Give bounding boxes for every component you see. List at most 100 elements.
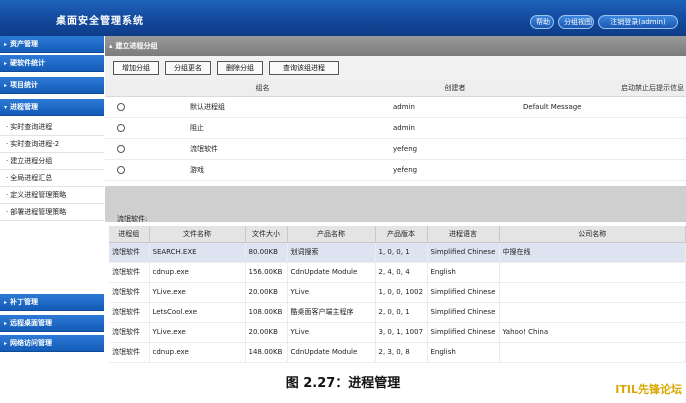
chevron-down-icon: ▾ [4, 104, 8, 111]
add-group-button[interactable]: 增加分组 [113, 61, 159, 75]
file-size-cell: 20.00KB [245, 282, 288, 303]
group-name-cell: 流氓软件 [135, 138, 390, 160]
table-row[interactable]: 流氓软件 cdnup.exe 156.00KB CdnUpdate Module… [109, 262, 686, 283]
section-header: ▴ 建立进程分组 [105, 36, 686, 56]
file-size-cell: 108.00KB [245, 302, 288, 323]
app-header: 桌面安全管理系统 帮助 分组视图 注销登录(admin) [0, 0, 686, 36]
table-row[interactable]: 流氓软件 SEARCH.EXE 80.00KB 划词搜索 1, 0, 0, 1 … [109, 242, 686, 263]
message-cell [520, 138, 686, 160]
group-name-cell: 游戏 [135, 159, 390, 181]
sidebar-item-realtime-query-2[interactable]: · 实时查询进程-2 [0, 136, 104, 153]
group-cell: 流氓软件 [109, 262, 150, 283]
group-cell: 流氓软件 [109, 302, 150, 323]
product-version-cell: 3, 0, 1, 1007 [375, 322, 428, 343]
creator-cell: yefeng [390, 159, 520, 181]
company-cell [499, 302, 686, 323]
chevron-right-icon: ▸ [4, 60, 8, 67]
row-radio[interactable] [117, 123, 125, 132]
sidebar-section-assets[interactable]: ▸ 资产管理 [0, 36, 104, 53]
collapse-icon[interactable]: ▴ [109, 42, 113, 50]
company-cell [499, 342, 686, 363]
creator-cell: admin [390, 117, 520, 139]
product-version-cell: 2, 3, 0, 8 [375, 342, 428, 363]
message-cell: Default Message [520, 96, 686, 118]
group-table: 组名 创建者 启动禁止后提示信息 默认进程组 admin Default Mes… [105, 80, 686, 181]
query-group-process-button[interactable]: 查询该组进程 [269, 61, 339, 75]
file-name-cell: cdnup.exe [149, 262, 246, 283]
file-name-cell: SEARCH.EXE [149, 242, 246, 263]
sidebar-item-realtime-query[interactable]: · 实时查询进程 [0, 119, 104, 136]
group-cell: 流氓软件 [109, 282, 150, 303]
sidebar-section-process[interactable]: ▾ 进程管理 [0, 99, 104, 116]
delete-group-button[interactable]: 删除分组 [217, 61, 263, 75]
table-row[interactable]: 流氓软件 LetsCool.exe 108.00KB 酷桌面客户端主程序 2, … [109, 302, 686, 323]
message-cell [520, 159, 686, 181]
company-cell: 中搜在线 [499, 242, 686, 263]
row-radio[interactable] [117, 102, 125, 111]
file-size-cell: 20.00KB [245, 322, 288, 343]
select-column-header [105, 80, 135, 97]
table-row[interactable]: 阻止 admin [105, 117, 686, 139]
message-cell [520, 117, 686, 139]
help-button[interactable]: 帮助 [530, 15, 554, 29]
language-cell: Simplified Chinese [427, 282, 500, 303]
toolbar: 增加分组 分组更名 删除分组 查询该组进程 [105, 56, 686, 80]
file-size-cell: 80.00KB [245, 242, 288, 263]
main-panel: ▴ 建立进程分组 增加分组 分组更名 删除分组 查询该组进程 组名 创建者 启动禁… [105, 36, 686, 363]
table-row[interactable]: 流氓软件 yefeng [105, 138, 686, 160]
sidebar-section-remote-desktop[interactable]: ▸ 远程桌面管理 [0, 315, 104, 332]
column-header-product-name: 产品名称 [287, 226, 376, 243]
column-header-file-name: 文件名称 [149, 226, 246, 243]
table-row[interactable]: 默认进程组 admin Default Message [105, 96, 686, 118]
chevron-right-icon: ▸ [4, 41, 8, 48]
table-row[interactable]: 流氓软件 YLive.exe 20.00KB YLive 1, 0, 0, 10… [109, 282, 686, 303]
product-name-cell: CdnUpdate Module [287, 262, 376, 283]
column-header-group: 进程组 [109, 226, 150, 243]
panel-separator [105, 186, 686, 222]
table-row[interactable]: 流氓软件 cdnup.exe 148.00KB CdnUpdate Module… [109, 342, 686, 363]
sidebar-item-define-policy[interactable]: · 定义进程管理策略 [0, 187, 104, 204]
product-version-cell: 2, 0, 0, 1 [375, 302, 428, 323]
rename-group-button[interactable]: 分组更名 [165, 61, 211, 75]
file-name-cell: cdnup.exe [149, 342, 246, 363]
sidebar-section-hardware-software[interactable]: ▸ 硬软件统计 [0, 55, 104, 72]
sidebar-section-patch[interactable]: ▸ 补丁管理 [0, 294, 104, 311]
sidebar: ▸ 资产管理 ▸ 硬软件统计 ▸ 项目统计 ▾ 进程管理 · 实时查询进程 · 实时查询进程… [0, 36, 104, 352]
sidebar-item-global-summary[interactable]: · 全局进程汇总 [0, 170, 104, 187]
company-cell [499, 262, 686, 283]
file-name-cell: YLive.exe [149, 282, 246, 303]
chevron-right-icon: ▸ [4, 320, 8, 327]
column-header-creator: 创建者 [390, 80, 520, 97]
row-radio[interactable] [117, 144, 125, 153]
sidebar-section-network-access[interactable]: ▸ 网络访问管理 [0, 335, 104, 352]
product-name-cell: YLive [287, 322, 376, 343]
sidebar-item-deploy-policy[interactable]: · 部署进程管理策略 [0, 204, 104, 221]
table-row[interactable]: 游戏 yefeng [105, 159, 686, 181]
sidebar-item-create-group[interactable]: · 建立进程分组 [0, 153, 104, 170]
column-header-message: 启动禁止后提示信息 [520, 80, 686, 97]
bullet-icon: · [6, 140, 9, 148]
file-name-cell: LetsCool.exe [149, 302, 246, 323]
creator-cell: yefeng [390, 138, 520, 160]
product-version-cell: 1, 0, 0, 1 [375, 242, 428, 263]
logout-button[interactable]: 注销登录(admin) [598, 15, 678, 29]
figure-caption: 图 2.27：进程管理 [285, 376, 401, 391]
section-title: 建立进程分组 [115, 42, 158, 50]
chevron-right-icon: ▸ [4, 299, 8, 306]
file-size-cell: 148.00KB [245, 342, 288, 363]
bullet-icon: · [6, 157, 9, 165]
language-cell: Simplified Chinese [427, 242, 500, 263]
product-version-cell: 1, 0, 0, 1002 [375, 282, 428, 303]
company-cell [499, 282, 686, 303]
table-row[interactable]: 流氓软件 YLive.exe 20.00KB YLive 3, 0, 1, 10… [109, 322, 686, 343]
sidebar-section-project[interactable]: ▸ 项目统计 [0, 77, 104, 94]
column-header-name: 组名 [135, 80, 390, 97]
row-radio[interactable] [117, 165, 125, 174]
group-view-button[interactable]: 分组视图 [558, 15, 594, 29]
company-cell: Yahoo! China [499, 322, 686, 343]
product-version-cell: 2, 4, 0, 4 [375, 262, 428, 283]
product-name-cell: 划词搜索 [287, 242, 376, 263]
language-cell: Simplified Chinese [427, 322, 500, 343]
group-cell: 流氓软件 [109, 322, 150, 343]
bullet-icon: · [6, 208, 9, 216]
